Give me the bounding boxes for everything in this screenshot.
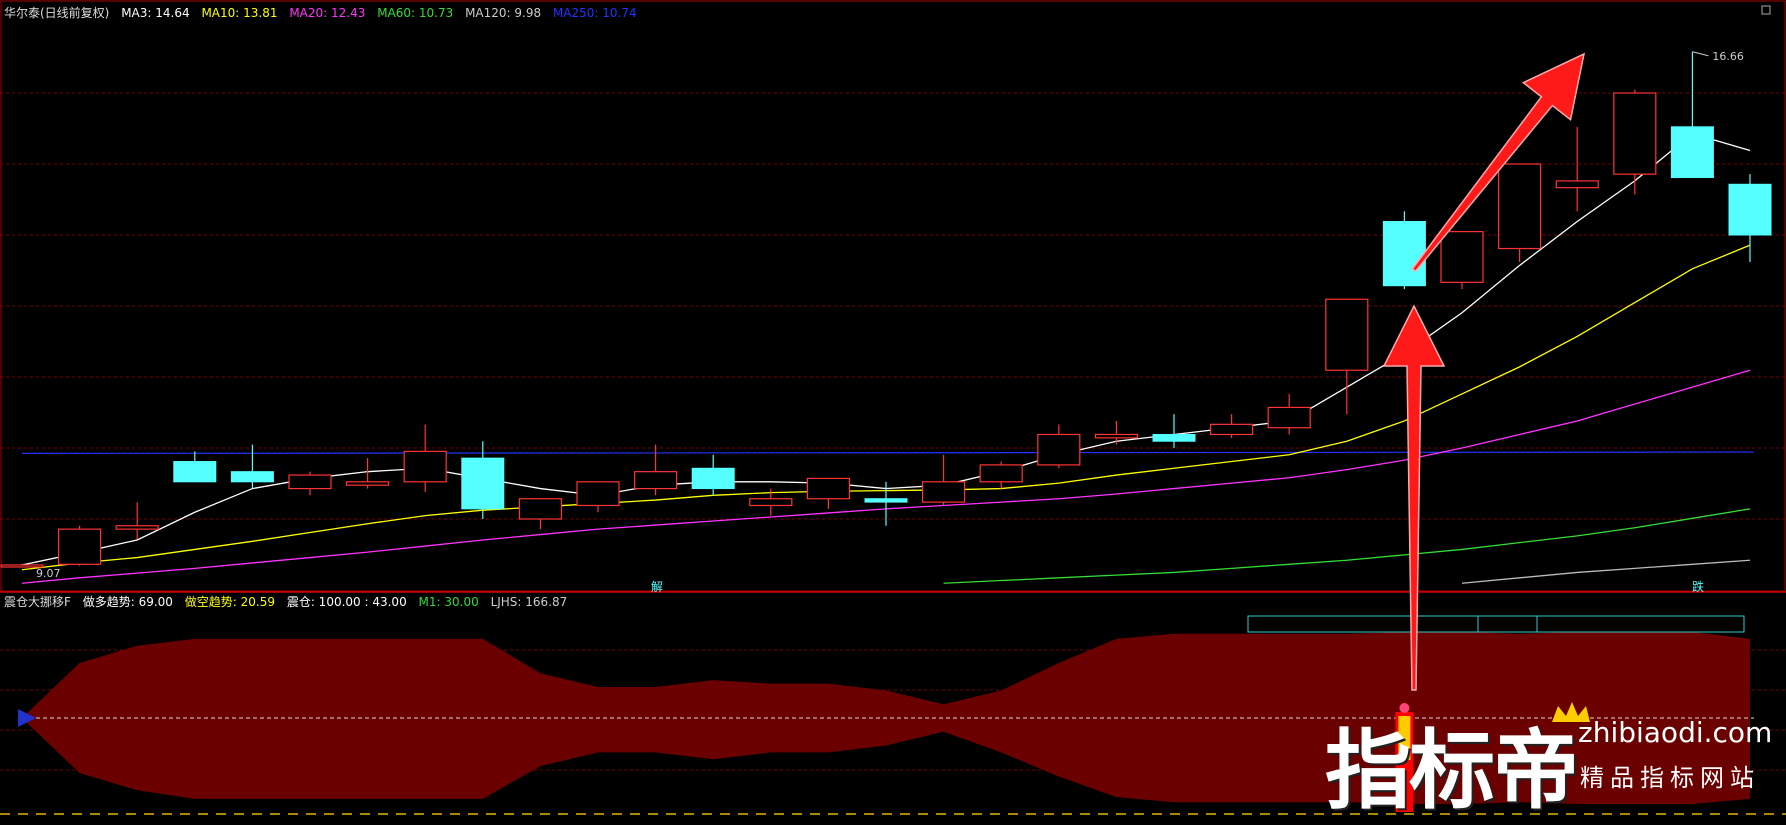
candle-body — [1613, 92, 1657, 175]
ma20-line — [21, 369, 1751, 584]
candle-body — [1555, 180, 1599, 189]
ma3-legend: MA3: 14.64 — [121, 6, 190, 20]
candle-body — [864, 498, 908, 503]
signal-label-die: 跌 — [1692, 580, 1705, 594]
candle-body — [576, 481, 620, 507]
candle-body — [288, 474, 332, 490]
candle-body — [57, 528, 102, 565]
indicator-name[interactable]: 震仓大挪移F — [4, 595, 71, 609]
candle-body — [1728, 183, 1772, 236]
m1-legend: M1: 30.00 — [418, 595, 479, 609]
candle-body — [979, 464, 1023, 483]
price-low-label: 9.07 — [36, 567, 61, 580]
ma60-line — [943, 508, 1751, 584]
chart-svg: 16.66 9.07 — [0, 0, 1786, 815]
chart-stage: 16.66 9.07 华尔泰(日线前复权) MA3: 14.64 MA10: 13… — [0, 0, 1786, 821]
signal-box — [1247, 615, 1745, 633]
ma250-legend: MA250: 10.74 — [552, 6, 637, 20]
ma60-legend: MA60: 10.73 — [377, 6, 454, 20]
candle-body — [1440, 231, 1484, 283]
candle-body — [1267, 406, 1311, 429]
candle-body — [403, 450, 447, 483]
candle-body — [461, 457, 505, 510]
candle-body — [1152, 433, 1196, 442]
candle-body — [691, 467, 735, 490]
watermark-brand: 指标帝 — [1325, 721, 1579, 821]
candle-body — [749, 498, 793, 507]
stock-title[interactable]: 华尔泰(日线前复权) — [4, 6, 109, 20]
short-trend-legend: 做空趋势: 20.59 — [184, 595, 275, 609]
watermark-site: zhibiaodi.com — [1578, 716, 1773, 749]
candle-body — [1094, 433, 1139, 439]
candle-body — [921, 481, 966, 503]
ma10-legend: MA10: 13.81 — [201, 6, 278, 20]
ma20-legend: MA20: 12.43 — [289, 6, 366, 20]
candle-body — [230, 471, 274, 483]
long-trend-legend: 做多趋势: 69.00 — [82, 595, 173, 609]
ma250-line — [21, 451, 1755, 455]
watermark-tagline: 精品指标网站 — [1580, 764, 1760, 792]
candle-body — [1209, 423, 1254, 436]
candle-body — [1670, 126, 1714, 179]
price-high-label: 16.66 — [1712, 50, 1744, 63]
shake-legend: 震仓: 100.00 : 43.00 — [286, 595, 407, 609]
sub-legend: 震仓大挪移F 做多趋势: 69.00 做空趋势: 20.59 震仓: 100.0… — [4, 593, 575, 610]
candle-body — [806, 477, 851, 500]
ma120-line — [1461, 559, 1751, 584]
candle-body — [346, 481, 390, 486]
corner-expand-icon — [1761, 5, 1771, 15]
candle-body — [173, 461, 217, 483]
candle-body — [1037, 433, 1081, 466]
candle-body — [1325, 298, 1369, 371]
ljhs-legend: LJHS: 166.87 — [490, 595, 568, 609]
signal-label-jie: 解 — [651, 580, 664, 594]
candle-body — [633, 471, 678, 490]
candle-body — [115, 525, 159, 530]
main-legend: 华尔泰(日线前复权) MA3: 14.64 MA10: 13.81 MA20: … — [4, 4, 645, 21]
ma120-legend: MA120: 9.98 — [465, 6, 542, 20]
high-pointer — [1692, 51, 1709, 57]
candle-body — [1382, 220, 1426, 287]
candle-body — [518, 498, 563, 520]
candle-body — [1497, 163, 1542, 250]
